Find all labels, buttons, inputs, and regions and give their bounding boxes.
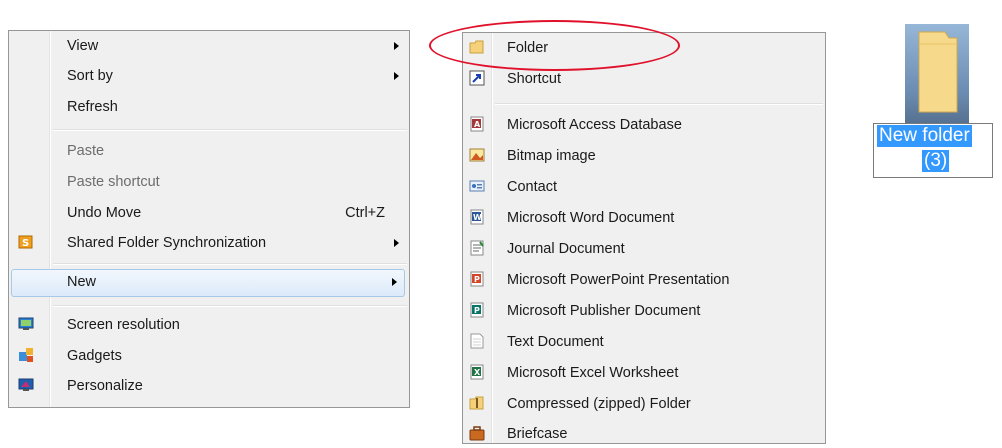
- menu-item-label: Undo Move: [67, 205, 142, 221]
- menu-item-label: Microsoft Access Database: [507, 117, 682, 133]
- menu-item-refresh[interactable]: Refresh: [9, 94, 409, 120]
- menu-item-label: Microsoft PowerPoint Presentation: [507, 272, 730, 288]
- publisher-icon: P: [469, 302, 485, 318]
- menu-item-undo-move[interactable]: Undo Move Ctrl+Z: [9, 200, 409, 226]
- highlight-oval: [429, 20, 680, 71]
- svg-text:S: S: [22, 238, 29, 249]
- journal-icon: [469, 240, 485, 256]
- menu-item-label: Refresh: [67, 99, 118, 115]
- access-icon: A: [469, 116, 485, 132]
- desktop-context-menu: View Sort by Refresh Paste Paste shortcu…: [8, 30, 410, 408]
- menu-item-label: Microsoft Publisher Document: [507, 303, 701, 319]
- svg-text:W: W: [473, 213, 482, 222]
- menu-separator: [495, 103, 823, 105]
- personalize-icon: [18, 377, 34, 393]
- menu-item-label: Paste: [67, 143, 105, 159]
- menu-item-new-journal-document[interactable]: Journal Document: [463, 236, 825, 262]
- contact-icon: [469, 178, 485, 194]
- text-document-icon: [469, 333, 485, 349]
- menu-item-new-excel-worksheet[interactable]: X Microsoft Excel Worksheet: [463, 360, 825, 386]
- menu-item-screen-resolution[interactable]: Screen resolution: [9, 312, 409, 338]
- shared-folder-sync-icon: S: [18, 234, 34, 250]
- menu-item-shared-folder-sync[interactable]: S Shared Folder Synchronization: [9, 230, 409, 256]
- menu-item-new-publisher-document[interactable]: P Microsoft Publisher Document: [463, 298, 825, 324]
- menu-item-paste-shortcut[interactable]: Paste shortcut: [9, 169, 409, 195]
- briefcase-icon: [469, 425, 485, 441]
- menu-item-label: Shared Folder Synchronization: [67, 235, 267, 251]
- menu-item-label: Text Document: [507, 334, 604, 350]
- folder-name-suffix: (3): [922, 150, 950, 172]
- menu-item-label: Contact: [507, 179, 557, 195]
- menu-item-label: Microsoft Word Document: [507, 210, 675, 226]
- menu-item-new[interactable]: New: [11, 269, 405, 297]
- menu-item-new-contact[interactable]: Contact: [463, 174, 825, 200]
- menu-item-label: Microsoft Excel Worksheet: [507, 365, 679, 381]
- menu-separator: [53, 129, 407, 131]
- excel-icon: X: [469, 364, 485, 380]
- menu-item-label: Briefcase: [507, 426, 568, 442]
- menu-item-sort-by[interactable]: Sort by: [9, 63, 409, 89]
- menu-item-gadgets[interactable]: Gadgets: [9, 343, 409, 369]
- folder-icon: [905, 24, 969, 124]
- submenu-arrow-icon: [394, 239, 399, 247]
- menu-item-label: Paste shortcut: [67, 174, 160, 190]
- menu-item-label: Journal Document: [507, 241, 625, 257]
- menu-item-shortcut: Ctrl+Z: [345, 205, 385, 221]
- menu-item-new-text-document[interactable]: Text Document: [463, 329, 825, 355]
- submenu-arrow-icon: [392, 278, 397, 286]
- gadgets-icon: [18, 347, 34, 363]
- new-submenu: Folder Shortcut A Microsoft Access Datab…: [462, 32, 826, 444]
- menu-item-label: New: [67, 274, 97, 290]
- menu-item-view[interactable]: View: [9, 33, 409, 59]
- submenu-arrow-icon: [394, 72, 399, 80]
- svg-text:X: X: [474, 368, 481, 377]
- zip-folder-icon: [469, 395, 485, 411]
- menu-item-new-powerpoint-presentation[interactable]: P Microsoft PowerPoint Presentation: [463, 267, 825, 293]
- menu-item-label: Shortcut: [507, 71, 561, 87]
- menu-separator: [53, 305, 407, 307]
- menu-item-label: Gadgets: [67, 348, 122, 364]
- menu-item-label: Compressed (zipped) Folder: [507, 396, 691, 412]
- menu-item-new-zipped-folder[interactable]: Compressed (zipped) Folder: [463, 391, 825, 417]
- menu-item-personalize[interactable]: Personalize: [9, 373, 409, 399]
- menu-item-paste[interactable]: Paste: [9, 138, 409, 164]
- menu-item-label: Bitmap image: [507, 148, 596, 164]
- menu-item-label: Sort by: [67, 68, 113, 84]
- folder-name-text: New folder: [877, 125, 972, 147]
- svg-text:P: P: [474, 275, 480, 284]
- menu-item-new-word-document[interactable]: W Microsoft Word Document: [463, 205, 825, 231]
- menu-item-label: View: [67, 38, 99, 54]
- menu-item-new-briefcase[interactable]: Briefcase: [463, 421, 825, 443]
- menu-item-new-access-database[interactable]: A Microsoft Access Database: [463, 112, 825, 138]
- svg-text:P: P: [474, 306, 480, 315]
- powerpoint-icon: P: [469, 271, 485, 287]
- svg-text:A: A: [474, 120, 481, 129]
- menu-item-new-bitmap-image[interactable]: Bitmap image: [463, 143, 825, 169]
- menu-item-label: Screen resolution: [67, 317, 180, 333]
- submenu-arrow-icon: [394, 42, 399, 50]
- word-icon: W: [469, 209, 485, 225]
- bitmap-icon: [469, 147, 485, 163]
- menu-separator: [53, 263, 407, 265]
- screen-resolution-icon: [18, 316, 34, 332]
- shortcut-icon: [469, 70, 485, 86]
- folder-rename-field[interactable]: New folder (3): [873, 123, 993, 178]
- desktop-new-folder[interactable]: New folder (3): [873, 24, 1002, 214]
- menu-item-label: Personalize: [67, 378, 143, 394]
